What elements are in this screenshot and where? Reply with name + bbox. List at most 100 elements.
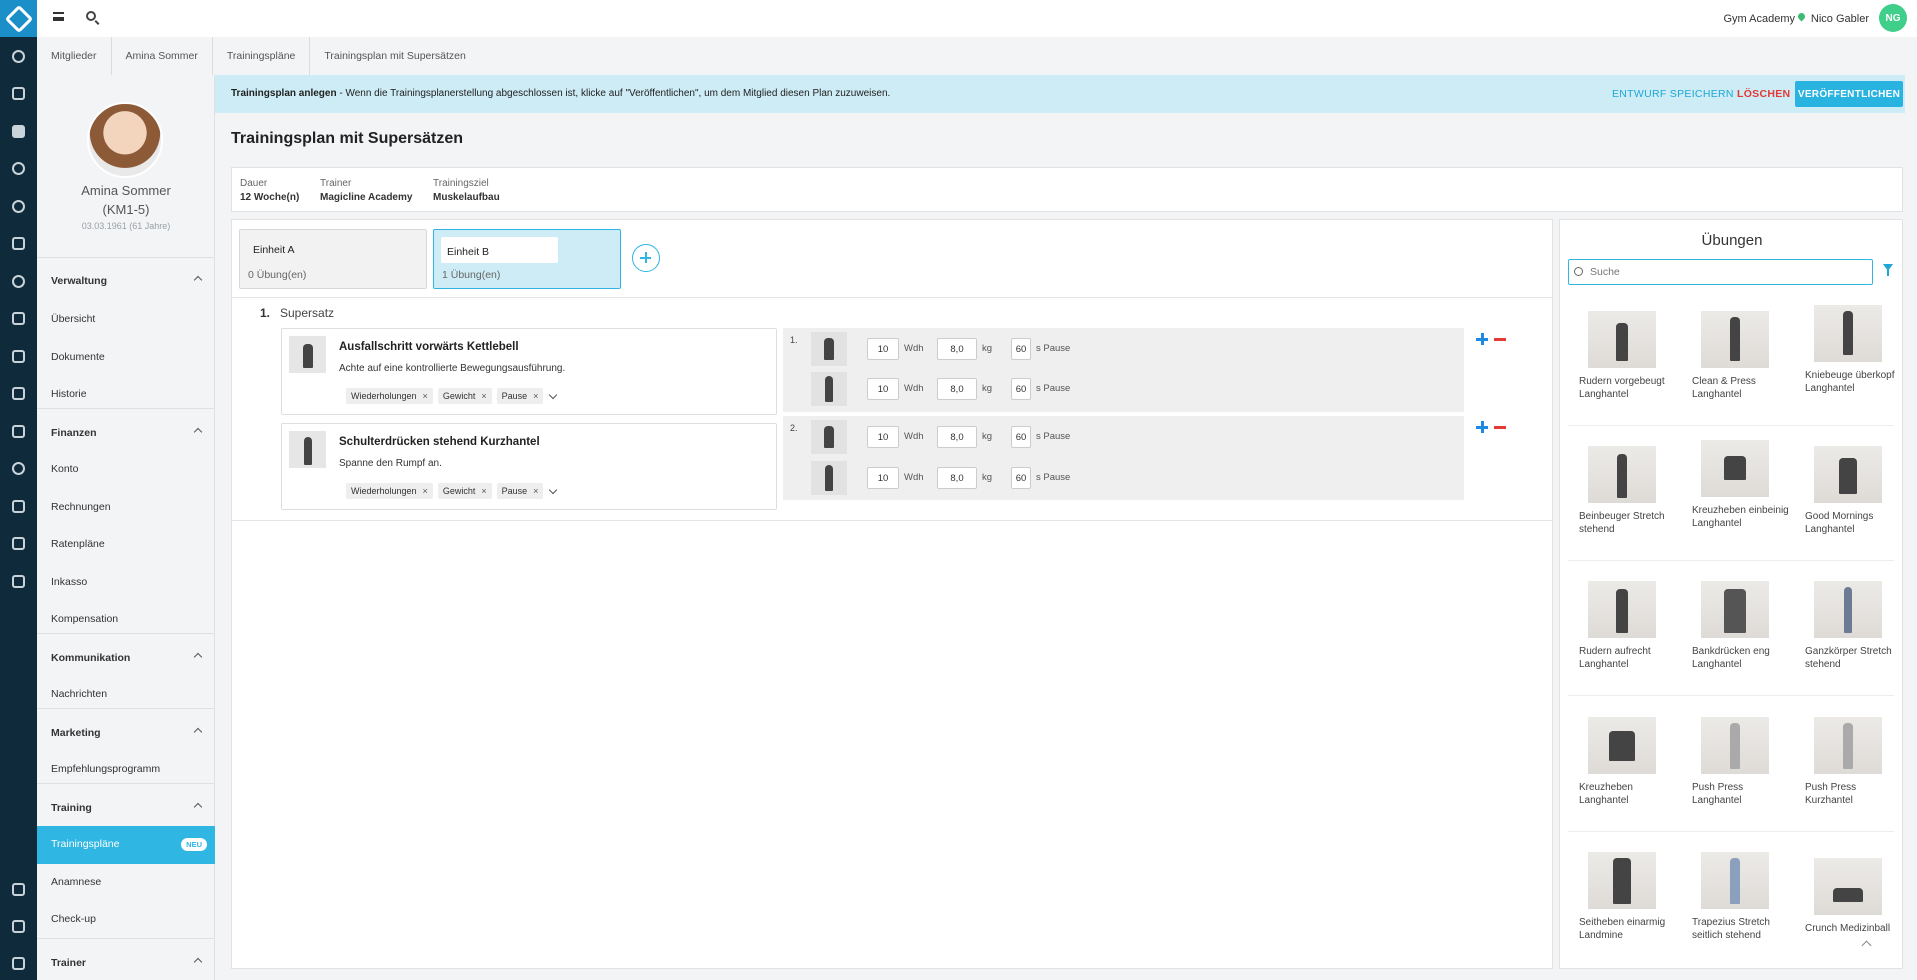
exercise-tile[interactable]: Rudern vorgebeugt Langhantel (1579, 311, 1679, 401)
device-icon[interactable] (0, 911, 37, 941)
breadcrumb-item[interactable]: Amina Sommer (126, 37, 213, 75)
pause-input[interactable]: 60 (1011, 426, 1031, 448)
remove-set-icon[interactable] (1494, 338, 1506, 341)
chevron-down-icon[interactable] (549, 485, 558, 494)
image-icon[interactable] (0, 341, 37, 371)
network-icon[interactable] (0, 491, 37, 521)
timer-icon[interactable] (0, 266, 37, 296)
delete-button[interactable]: LÖSCHEN (1737, 88, 1790, 100)
exercise-tile[interactable]: Crunch Medizinball (1805, 858, 1905, 935)
weight-input[interactable]: 8,0 (937, 426, 977, 448)
pause-input[interactable]: 60 (1011, 378, 1031, 400)
exercise-tile[interactable]: Push Press Kurzhantel (1805, 717, 1905, 807)
app-logo-icon[interactable] (0, 0, 37, 37)
scroll-up-icon[interactable] (1861, 940, 1872, 951)
user-name[interactable]: Nico Gabler (1811, 13, 1869, 25)
exercise-card[interactable]: Ausfallschritt vorwärts Kettlebell Achte… (281, 328, 777, 415)
section-training[interactable]: Training (51, 802, 203, 814)
chat-icon[interactable] (0, 303, 37, 333)
sidebar-item-ratenplaene[interactable]: Ratenpläne (51, 538, 201, 550)
chip[interactable]: Pause × (496, 388, 544, 404)
breadcrumb-item[interactable]: Trainingspläne (227, 37, 311, 75)
sidebar-item-rechnungen[interactable]: Rechnungen (51, 501, 201, 513)
dashboard-icon[interactable] (0, 41, 37, 71)
weight-input[interactable]: 8,0 (937, 338, 977, 360)
chip[interactable]: Wiederholungen × (346, 388, 433, 404)
exercise-tile[interactable]: Seitheben einarmig Landmine (1579, 852, 1679, 942)
reps-input[interactable]: 10 (867, 378, 899, 400)
add-set-icon[interactable] (1476, 421, 1488, 433)
unit-name-input[interactable]: Einheit B (441, 237, 558, 263)
add-unit-button[interactable] (632, 244, 660, 272)
exercise-tile[interactable]: Push Press Langhantel (1692, 717, 1792, 807)
chip[interactable]: Pause × (496, 483, 544, 499)
group-icon[interactable] (0, 453, 37, 483)
sidebar-item-empfehlungsprogramm[interactable]: Empfehlungsprogramm (51, 763, 201, 775)
chip[interactable]: Wiederholungen × (346, 483, 433, 499)
checkin-icon[interactable] (0, 78, 37, 108)
section-kommunikation[interactable]: Kommunikation (51, 652, 203, 664)
remove-icon: × (422, 391, 428, 401)
exercise-tile[interactable]: Beinbeuger Stretch stehend (1579, 446, 1679, 536)
add-set-icon[interactable] (1476, 333, 1488, 345)
calendar-icon[interactable] (0, 228, 37, 258)
save-draft-button[interactable]: ENTWURF SPEICHERN (1612, 88, 1734, 100)
exercise-tile[interactable]: Bankdrücken eng Langhantel (1692, 581, 1792, 671)
weight-input[interactable]: 8,0 (937, 378, 977, 400)
search-icon[interactable] (86, 11, 96, 21)
cart-icon[interactable] (0, 378, 37, 408)
section-trainer[interactable]: Trainer (51, 957, 203, 969)
menu-icon[interactable] (53, 12, 64, 21)
section-verwaltung[interactable]: Verwaltung (51, 275, 203, 287)
set-actions (1476, 333, 1516, 345)
reps-input[interactable]: 10 (867, 426, 899, 448)
settings-icon[interactable] (0, 153, 37, 183)
publish-button[interactable]: VERÖFFENTLICHEN (1795, 81, 1903, 107)
sidebar-item-dokumente[interactable]: Dokumente (51, 351, 201, 363)
exercise-tile[interactable]: Good Mornings Langhantel (1805, 446, 1905, 536)
reps-input[interactable]: 10 (867, 467, 899, 489)
remove-set-icon[interactable] (1494, 426, 1506, 429)
section-marketing[interactable]: Marketing (51, 727, 203, 739)
exercise-tile[interactable]: Rudern aufrecht Langhantel (1579, 581, 1679, 671)
finance-icon[interactable] (0, 191, 37, 221)
exercise-tile[interactable]: Kreuzheben Langhantel (1579, 717, 1679, 807)
studio-selector[interactable]: Gym Academy (1723, 13, 1795, 25)
filter-icon[interactable] (1883, 264, 1893, 276)
sidebar-item-checkup[interactable]: Check-up (51, 913, 201, 925)
weight-input[interactable]: 8,0 (937, 467, 977, 489)
reps-input[interactable]: 10 (867, 338, 899, 360)
sidebar-item-nachrichten[interactable]: Nachrichten (51, 688, 201, 700)
sidebar-item-anamnese[interactable]: Anamnese (51, 876, 201, 888)
exercise-tile[interactable]: Kniebeuge überkopf Langhantel (1805, 305, 1905, 395)
breadcrumb-item[interactable]: Mitglieder (51, 37, 112, 75)
sidebar-item-trainingsplaene[interactable]: Trainingspläne NEU (37, 826, 215, 864)
pause-input[interactable]: 60 (1011, 338, 1031, 360)
unit-tab-a[interactable]: Einheit A 0 Übung(en) (239, 229, 427, 289)
sidebar-item-inkasso[interactable]: Inkasso (51, 576, 201, 588)
unit-tab-b[interactable]: Einheit B 1 Übung(en) (433, 229, 621, 289)
exercise-card[interactable]: Schulterdrücken stehend Kurzhantel Spann… (281, 423, 777, 510)
chip[interactable]: Gewicht × (437, 388, 492, 404)
members-icon[interactable] (0, 116, 37, 146)
sidebar-item-konto[interactable]: Konto (51, 463, 201, 475)
apps-grid-icon[interactable] (0, 948, 37, 978)
page-title: Trainingsplan mit Supersätzen (231, 130, 464, 147)
exercise-tile[interactable]: Kreuzheben einbeinig Langhantel (1692, 440, 1792, 530)
user-avatar[interactable]: NG (1879, 4, 1907, 32)
exercise-tile[interactable]: Clean & Press Langhantel (1692, 311, 1792, 401)
sidebar-item-kompensation[interactable]: Kompensation (51, 613, 201, 625)
section-finanzen[interactable]: Finanzen (51, 427, 203, 439)
sliders-icon[interactable] (0, 566, 37, 596)
sidebar-item-uebersicht[interactable]: Übersicht (51, 313, 201, 325)
exercise-search-input[interactable] (1568, 259, 1873, 285)
sidebar-item-historie[interactable]: Historie (51, 388, 201, 400)
help-icon[interactable] (0, 874, 37, 904)
tools-icon[interactable] (0, 528, 37, 558)
checklist-icon[interactable] (0, 416, 37, 446)
pause-input[interactable]: 60 (1011, 467, 1031, 489)
chevron-down-icon[interactable] (549, 390, 558, 399)
chip[interactable]: Gewicht × (437, 483, 492, 499)
exercise-tile[interactable]: Trapezius Stretch seitlich stehend (1692, 852, 1792, 942)
exercise-tile[interactable]: Ganzkörper Stretch stehend (1805, 581, 1905, 671)
